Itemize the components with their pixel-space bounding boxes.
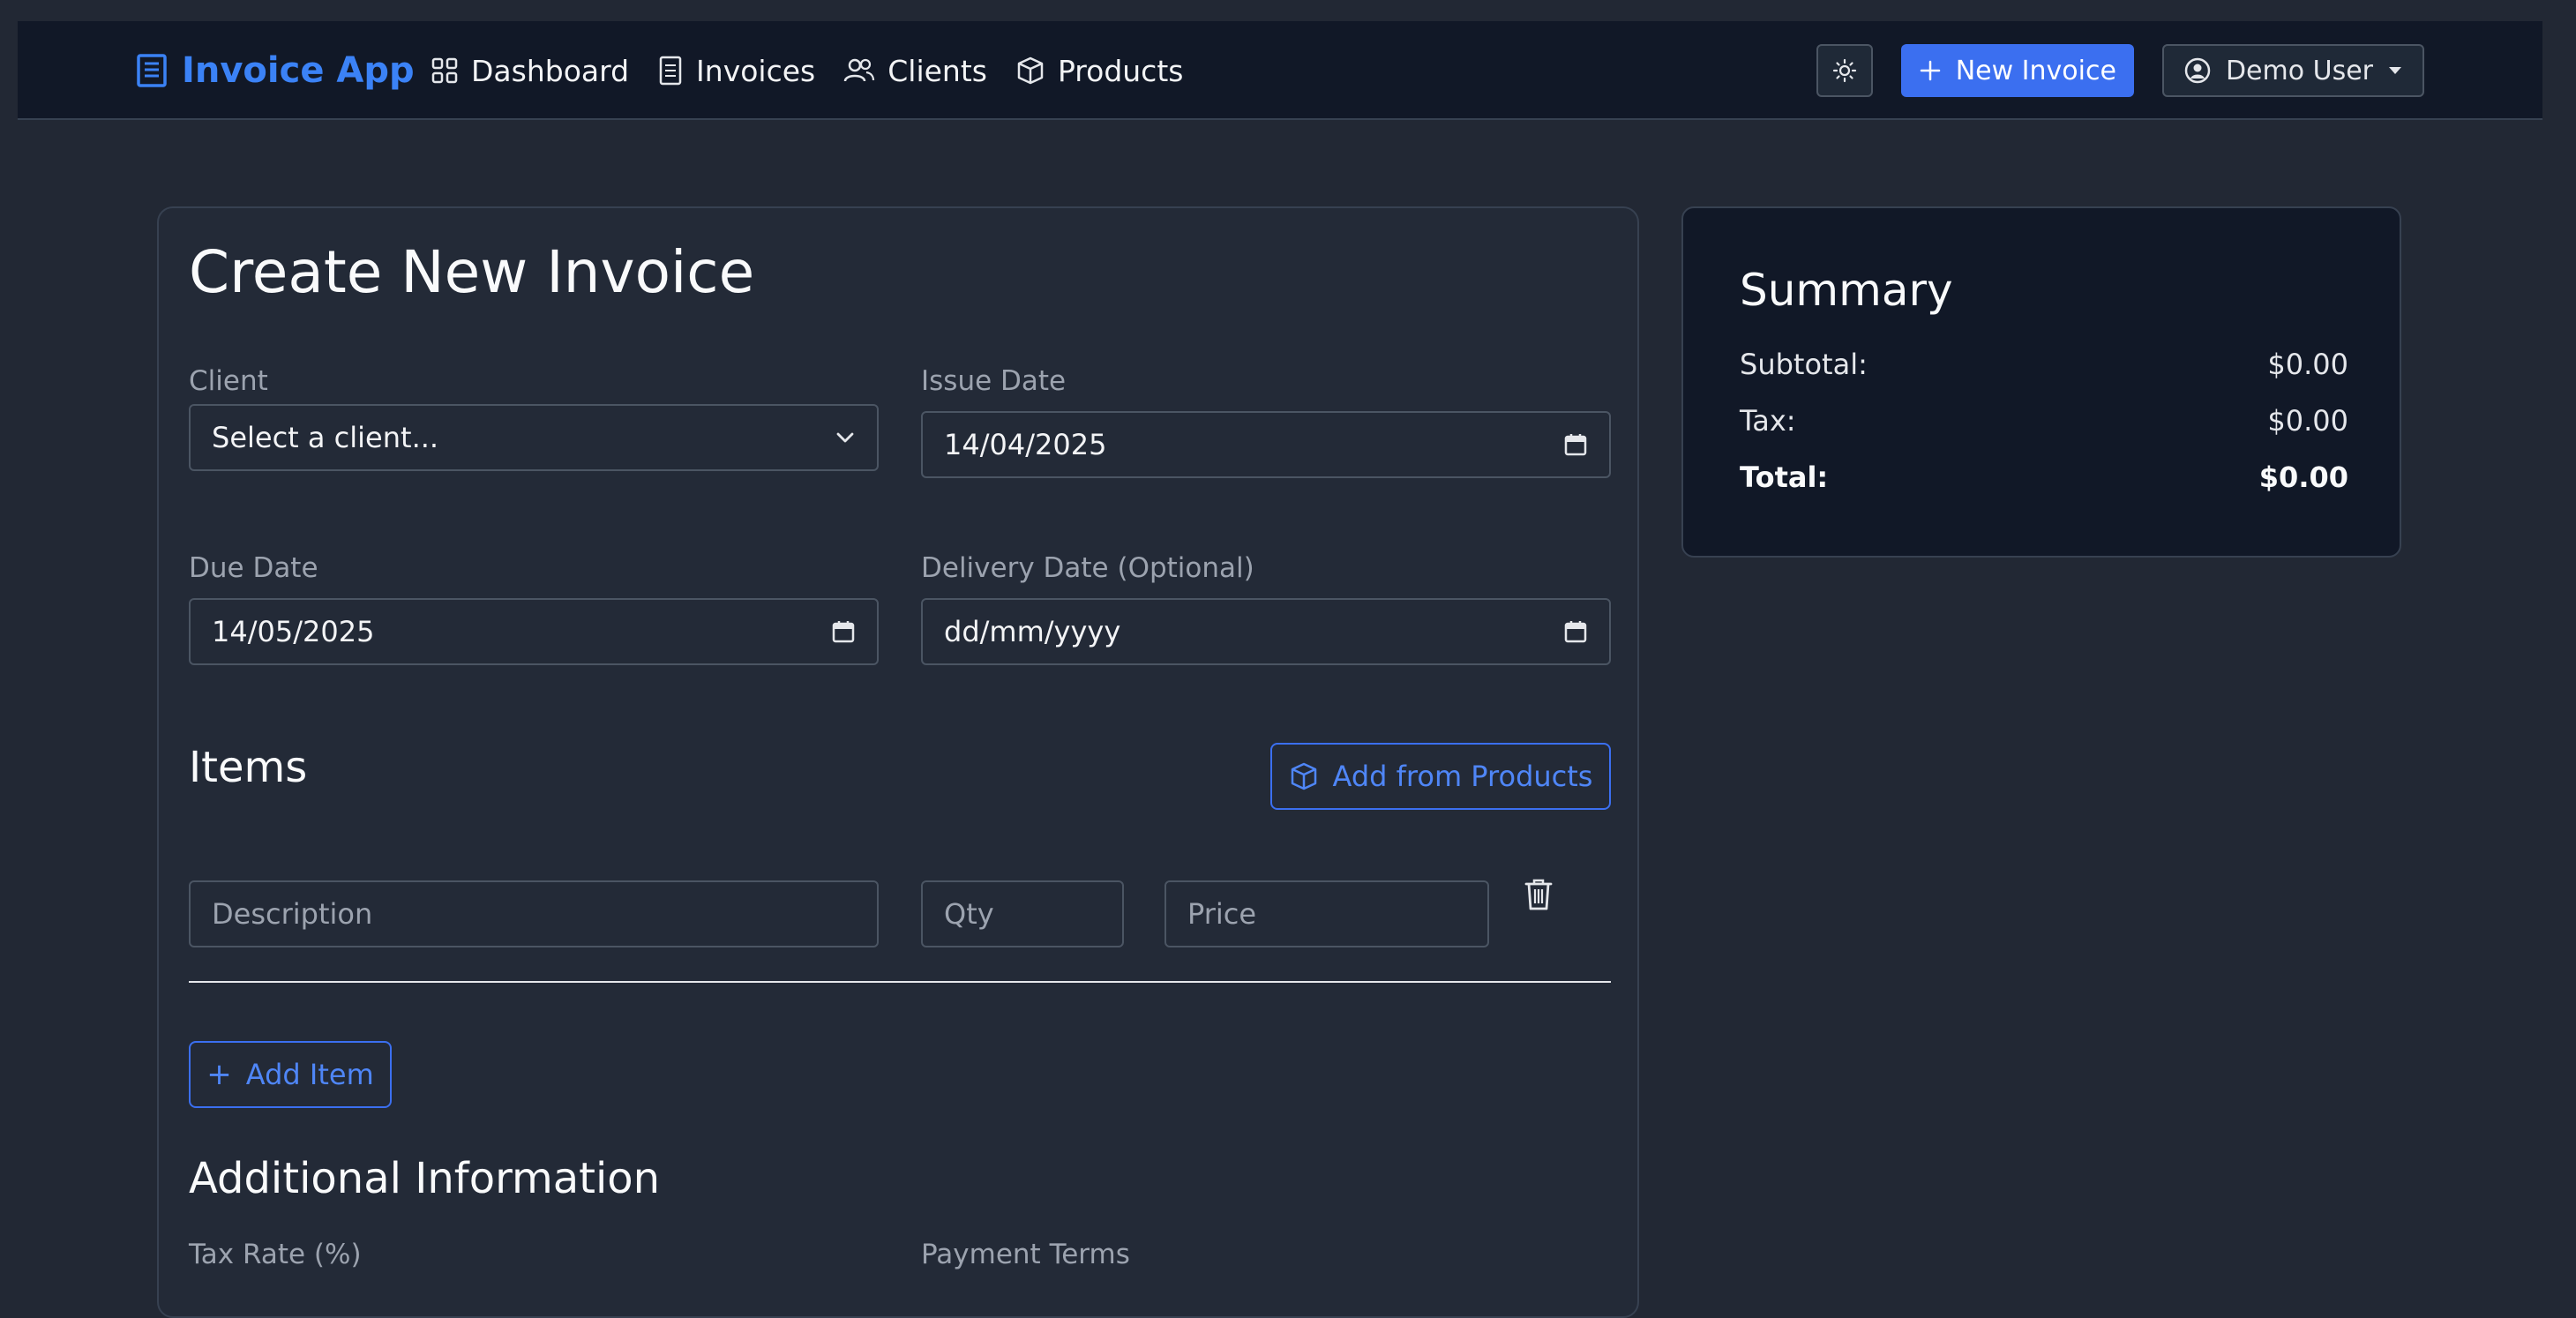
items-divider (189, 981, 1611, 983)
delivery-date-input[interactable]: dd/mm/yyyy (921, 598, 1611, 665)
nav-link-clients[interactable]: Clients (843, 54, 987, 88)
summary-title: Summary (1740, 265, 1953, 316)
calendar-icon (1564, 434, 1587, 456)
user-menu-button[interactable]: Demo User (2161, 44, 2424, 97)
due-date-label: Due Date (189, 552, 318, 584)
page-title: Create New Invoice (189, 238, 755, 306)
trash-icon[interactable] (1523, 877, 1554, 912)
payment-terms-label: Payment Terms (921, 1239, 1130, 1270)
top-navbar: Invoice App Dashboard Invoices Clients P… (18, 21, 2542, 120)
new-invoice-label: New Invoice (1955, 55, 2116, 86)
total-row: Total: $0.00 (1740, 461, 2348, 494)
tax-rate-label: Tax Rate (%) (189, 1239, 362, 1270)
item-description-placeholder: Description (212, 897, 373, 931)
tax-value: $0.00 (2267, 404, 2348, 438)
item-price-placeholder: Price (1187, 897, 1257, 931)
box-icon (1291, 762, 1316, 790)
user-name: Demo User (2225, 55, 2373, 86)
new-invoice-button[interactable]: New Invoice (1900, 44, 2134, 97)
add-from-products-button[interactable]: Add from Products (1270, 743, 1611, 810)
brand-logo[interactable]: Invoice App (136, 21, 415, 120)
nav-link-label: Invoices (696, 53, 816, 88)
subtotal-label: Subtotal: (1740, 348, 1868, 381)
nav-link-label: Products (1057, 53, 1184, 88)
tax-label: Tax: (1740, 404, 1796, 438)
user-circle-icon (2184, 57, 2211, 84)
brand-name: Invoice App (182, 50, 415, 91)
nav-link-products[interactable]: Products (1015, 53, 1184, 88)
item-price-input[interactable]: Price (1164, 880, 1489, 947)
subtotal-value: $0.00 (2267, 348, 2348, 381)
chevron-down-icon (836, 432, 854, 443)
total-label: Total: (1740, 461, 1829, 494)
add-from-products-label: Add from Products (1332, 760, 1593, 793)
client-select-value: Select a client... (212, 421, 439, 454)
summary-card: Summary Subtotal: $0.00 Tax: $0.00 Total… (1681, 206, 2401, 558)
item-description-input[interactable]: Description (189, 880, 879, 947)
caret-down-icon (2389, 67, 2401, 74)
issue-date-value: 14/04/2025 (944, 428, 1107, 461)
document-icon (659, 56, 682, 86)
issue-date-input[interactable]: 14/04/2025 (921, 411, 1611, 478)
client-label: Client (189, 365, 268, 397)
delivery-date-label: Delivery Date (Optional) (921, 552, 1254, 584)
additional-info-title: Additional Information (189, 1154, 661, 1203)
theme-toggle-button[interactable] (1816, 44, 1873, 97)
add-item-label: Add Item (245, 1058, 374, 1091)
sun-icon (1832, 58, 1856, 83)
total-value: $0.00 (2258, 461, 2348, 494)
box-icon (1017, 56, 1044, 85)
tax-row: Tax: $0.00 (1740, 404, 2348, 438)
item-qty-placeholder: Qty (944, 897, 994, 931)
add-item-button[interactable]: + Add Item (189, 1041, 392, 1108)
calendar-icon (1564, 621, 1587, 643)
nav-link-label: Dashboard (471, 53, 630, 88)
due-date-value: 14/05/2025 (212, 615, 375, 648)
dashboard-grid-icon (431, 57, 458, 84)
issue-date-label: Issue Date (921, 365, 1067, 397)
nav-link-label: Clients (887, 53, 987, 88)
calendar-icon (832, 621, 855, 643)
nav-link-invoices[interactable]: Invoices (657, 54, 815, 88)
items-title: Items (189, 743, 308, 792)
invoice-form-card: Create New Invoice Client Select a clien… (157, 206, 1639, 1318)
delivery-date-value: dd/mm/yyyy (944, 615, 1121, 648)
nav-actions: New Invoice Demo User (1816, 21, 2424, 120)
item-qty-input[interactable]: Qty (921, 880, 1124, 947)
client-select[interactable]: Select a client... (189, 404, 879, 471)
users-icon (843, 58, 875, 82)
subtotal-row: Subtotal: $0.00 (1740, 348, 2348, 381)
nav-links: Dashboard Invoices Clients Products (431, 21, 1183, 120)
due-date-input[interactable]: 14/05/2025 (189, 598, 879, 665)
nav-link-dashboard[interactable]: Dashboard (431, 54, 629, 88)
plus-icon: + (206, 1057, 232, 1092)
invoice-logo-icon (137, 54, 167, 87)
plus-icon (1920, 60, 1940, 81)
